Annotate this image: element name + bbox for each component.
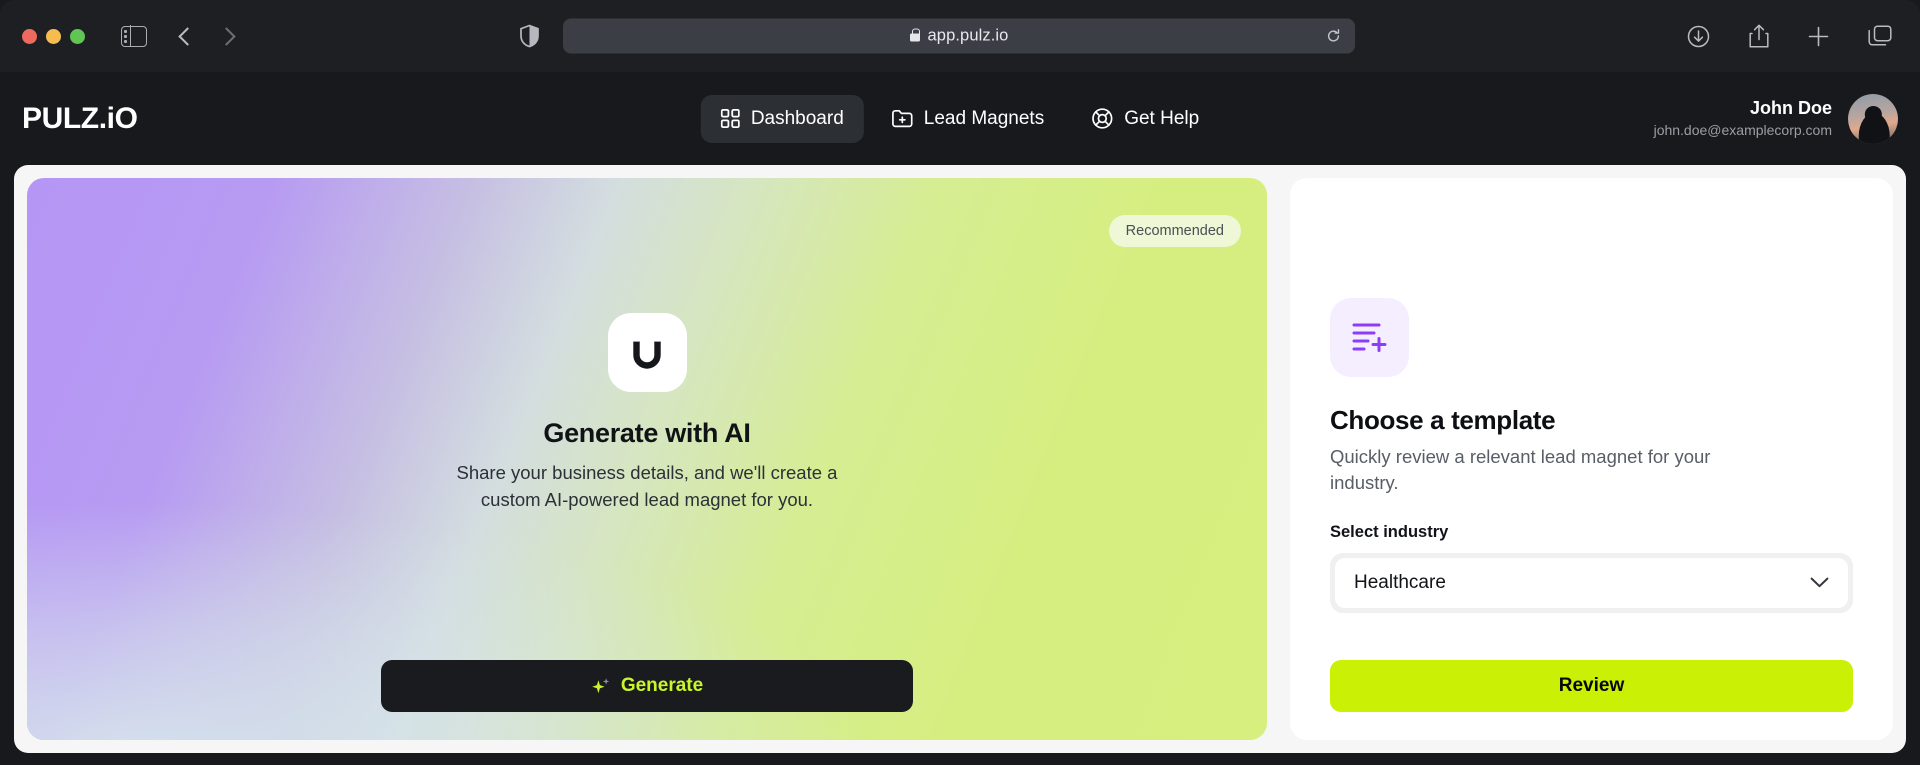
magnet-icon (633, 337, 661, 369)
app-logo[interactable]: PULZ.iO (22, 102, 138, 136)
main-navigation: Dashboard Lead Magnets Get Help (700, 94, 1219, 143)
industry-select-value: Healthcare (1354, 571, 1446, 593)
generate-with-ai-card: Recommended Generate with AI Share your … (27, 178, 1267, 740)
browser-chrome: app.pulz.io (0, 0, 1920, 72)
browser-toolbar-right (1687, 24, 1892, 48)
select-industry-label: Select industry (1330, 522, 1449, 541)
chevron-right-icon[interactable] (217, 26, 236, 46)
template-panel-subtitle: Quickly review a relevant lead magnet fo… (1330, 446, 1711, 494)
downloads-icon[interactable] (1687, 25, 1710, 48)
user-text: John Doe john.doe@examplecorp.com (1654, 97, 1832, 139)
nav-item-get-help[interactable]: Get Help (1072, 95, 1219, 143)
review-button[interactable]: Review (1330, 660, 1853, 712)
industry-select-wrapper: Healthcare (1330, 552, 1853, 613)
address-bar[interactable]: app.pulz.io (563, 18, 1355, 54)
shield-privacy-icon[interactable] (520, 24, 539, 48)
share-icon[interactable] (1749, 24, 1769, 48)
page-body: Recommended Generate with AI Share your … (0, 165, 1920, 765)
chevron-down-icon (1810, 577, 1829, 588)
user-profile[interactable]: John Doe john.doe@examplecorp.com (1654, 93, 1898, 144)
url-text: app.pulz.io (927, 26, 1009, 45)
avatar[interactable] (1848, 93, 1898, 144)
template-lines-plus-icon (1352, 323, 1386, 352)
minimize-window-button[interactable] (46, 28, 61, 44)
sidebar-toggle-icon[interactable] (121, 24, 147, 48)
nav-item-lead-magnets[interactable]: Lead Magnets (872, 95, 1064, 143)
grid-icon (720, 109, 740, 128)
nav-item-dashboard[interactable]: Dashboard (700, 94, 864, 143)
template-panel-title: Choose a template (1330, 405, 1556, 435)
user-name: John Doe (1749, 98, 1832, 119)
generate-card-subtitle: Share your business details, and we'll c… (456, 462, 838, 510)
generate-card-title: Generate with AI (543, 418, 751, 448)
generate-button-label: Generate (620, 675, 704, 696)
lock-icon (909, 28, 920, 42)
lifebuoy-icon (1092, 108, 1113, 129)
recommended-badge: Recommended (1108, 215, 1241, 247)
app-header: PULZ.iO Dashboard Lead Magnets Get Help … (0, 72, 1920, 165)
user-email: john.doe@examplecorp.com (1653, 122, 1832, 139)
template-icon-tile (1330, 298, 1409, 377)
gradient-wash (27, 178, 1267, 740)
window-traffic-lights (22, 28, 85, 44)
folder-plus-icon (892, 109, 913, 128)
content-surface: Recommended Generate with AI Share your … (14, 165, 1906, 753)
maximize-window-button[interactable] (70, 28, 85, 44)
sparkle-icon (592, 678, 610, 694)
chevron-left-icon[interactable] (178, 26, 197, 46)
new-tab-icon[interactable] (1808, 26, 1829, 47)
close-window-button[interactable] (22, 28, 37, 44)
generate-button[interactable]: Generate (381, 660, 913, 712)
nav-label-lead-magnets: Lead Magnets (923, 107, 1045, 129)
tab-overview-icon[interactable] (1868, 25, 1892, 47)
avatar-head (1864, 105, 1882, 122)
reload-icon[interactable] (1326, 29, 1341, 44)
choose-template-panel: Choose a template Quickly review a relev… (1290, 178, 1893, 740)
magnet-icon-tile (607, 313, 687, 392)
navigation-arrows (178, 26, 236, 46)
nav-label-get-help: Get Help (1124, 107, 1200, 129)
industry-select[interactable]: Healthcare (1335, 557, 1848, 608)
nav-label-dashboard: Dashboard (750, 107, 844, 129)
